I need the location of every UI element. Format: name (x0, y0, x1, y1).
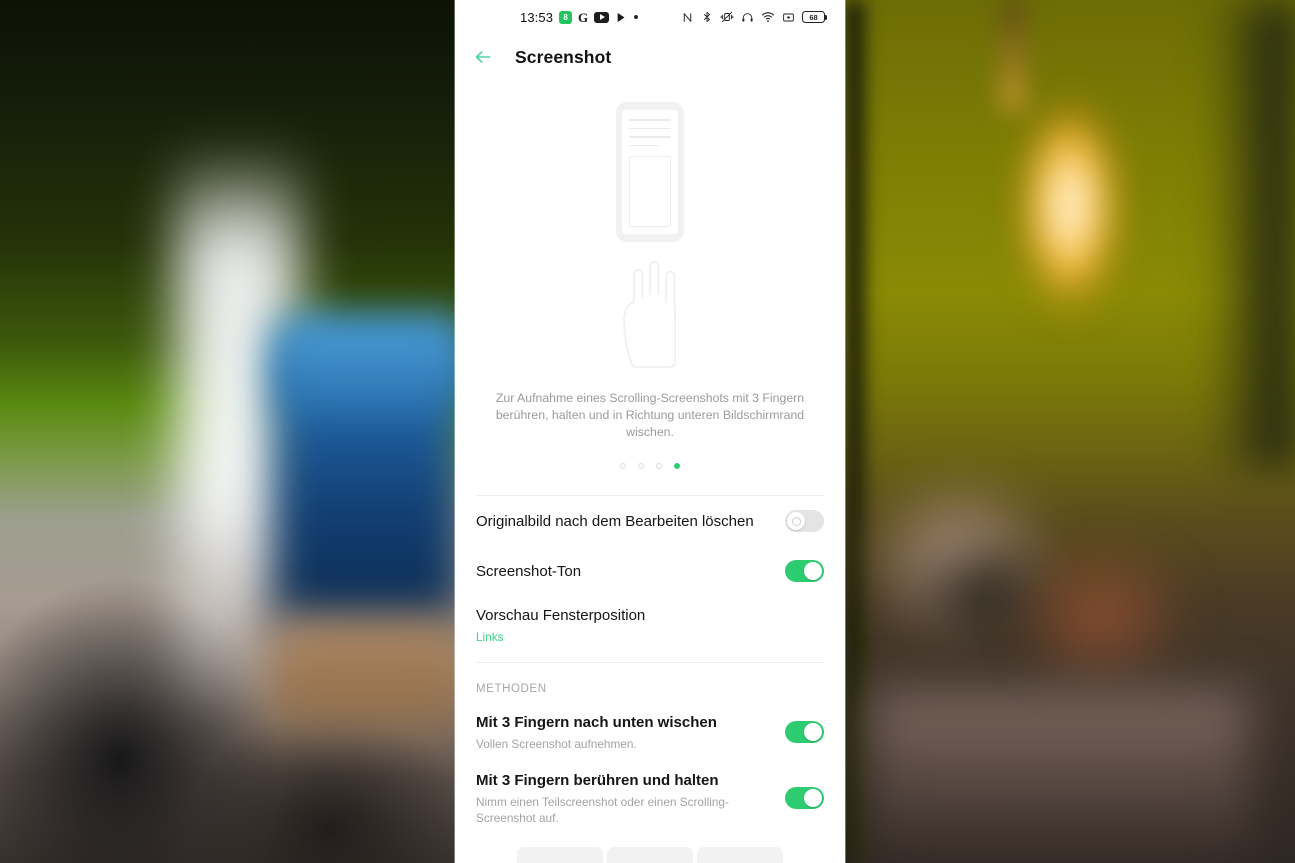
row-screenshot-sound[interactable]: Screenshot-Ton (476, 546, 824, 596)
illustration-line (629, 136, 671, 138)
row-title: Screenshot-Ton (476, 562, 582, 580)
status-bar-clock: 13:53 (520, 9, 554, 25)
row-title: Mit 3 Fingern berühren und halten (476, 772, 719, 789)
row-subtitle: Vollen Screenshot aufnehmen. (476, 737, 637, 751)
row-subtitle: Nimm einen Teilscreenshot oder einen Scr… (476, 795, 729, 825)
page-dot-3[interactable] (656, 463, 662, 469)
wifi-icon (761, 10, 775, 24)
backdrop-right-object-4 (870, 690, 1250, 863)
toggle-knob (804, 562, 822, 580)
battery-indicator: 68 (802, 11, 828, 23)
page-indicator-dots[interactable] (455, 463, 845, 469)
bluetooth-icon (701, 11, 713, 23)
page-dot-2[interactable] (638, 463, 644, 469)
hero-illustration: Zur Aufnahme eines Scrolling-Screenshots… (455, 80, 845, 469)
backdrop-right-dark-edge-right (1210, 0, 1295, 470)
settings-list: Originalbild nach dem Bearbeiten löschen… (455, 496, 845, 654)
toggle-touch-hold-three-fingers[interactable] (785, 787, 824, 809)
backdrop-left-blue-highlight (282, 318, 462, 408)
toggle-screenshot-sound[interactable] (785, 560, 824, 582)
section-header-methods: METHODEN (476, 683, 547, 695)
back-arrow-icon[interactable] (473, 47, 493, 67)
headphone-icon (741, 11, 754, 24)
nfc-icon (681, 11, 694, 24)
segment-2[interactable] (607, 847, 693, 863)
row-text: Originalbild nach dem Bearbeiten löschen (476, 511, 773, 532)
screenshot-icon (782, 11, 795, 24)
row-title: Vorschau Fensterposition (476, 607, 646, 624)
backdrop-right-object-2 (1010, 540, 1190, 690)
row-value-preview-position: Links (476, 630, 504, 644)
row-touch-hold-three-fingers[interactable]: Mit 3 Fingern berühren und halten Nimm e… (476, 761, 824, 835)
row-preview-window-position[interactable]: Vorschau Fensterposition Links (476, 596, 824, 654)
phone-screen: 13:53 8 G 68 Screenshot Zur Aufnahme ein… (455, 0, 845, 863)
illustration-line (629, 144, 660, 147)
methods-list: Mit 3 Fingern nach unten wischen Vollen … (455, 703, 845, 835)
google-g-icon: G (578, 9, 589, 25)
toggle-swipe-down-three-fingers[interactable] (785, 721, 824, 743)
row-title: Mit 3 Fingern nach unten wischen (476, 714, 717, 731)
more-dot-icon (634, 15, 639, 19)
page-title: Screenshot (515, 46, 612, 67)
row-title: Originalbild nach dem Bearbeiten löschen (476, 512, 754, 530)
row-text: Mit 3 Fingern berühren und halten Nimm e… (476, 770, 773, 826)
row-text: Screenshot-Ton (476, 561, 773, 582)
hero-description: Zur Aufnahme eines Scrolling-Screenshots… (495, 391, 805, 439)
toggle-knob (787, 512, 805, 530)
green-app-icon: 8 (559, 10, 573, 24)
page-dot-4-active[interactable] (674, 463, 680, 469)
illustration-line (629, 119, 671, 121)
illustration-phone-screen (622, 110, 678, 234)
illustration-line (629, 127, 671, 130)
toggle-knob (804, 723, 822, 741)
segment-3[interactable] (697, 847, 783, 863)
backdrop-lamp-glow (985, 20, 1155, 320)
vibrate-icon (720, 10, 734, 24)
status-bar-left: 13:53 8 G (520, 9, 639, 25)
toggle-delete-original-after-edit[interactable] (785, 510, 824, 532)
youtube-icon (594, 11, 610, 23)
page-dot-1[interactable] (620, 463, 626, 469)
backdrop-right-dark-edge-left (845, 0, 871, 863)
row-delete-original-after-edit[interactable]: Originalbild nach dem Bearbeiten löschen (476, 496, 824, 546)
status-bar: 13:53 8 G 68 (455, 0, 845, 34)
three-finger-hand-icon (623, 261, 676, 368)
backdrop-left-wood (268, 620, 468, 730)
illustration-content-box (629, 156, 671, 227)
row-text: Vorschau Fensterposition Links (476, 605, 824, 645)
illustration-phone-icon (616, 102, 684, 242)
play-store-icon (615, 10, 628, 24)
app-toolbar: Screenshot (455, 34, 845, 80)
status-bar-right: 68 (681, 10, 828, 24)
toggle-knob (804, 789, 822, 807)
row-text: Mit 3 Fingern nach unten wischen Vollen … (476, 712, 773, 752)
bottom-segmented-control[interactable] (455, 847, 845, 863)
row-swipe-down-three-fingers[interactable]: Mit 3 Fingern nach unten wischen Vollen … (476, 703, 824, 761)
segment-1[interactable] (517, 847, 603, 863)
segmented-control-bar[interactable] (517, 847, 783, 863)
